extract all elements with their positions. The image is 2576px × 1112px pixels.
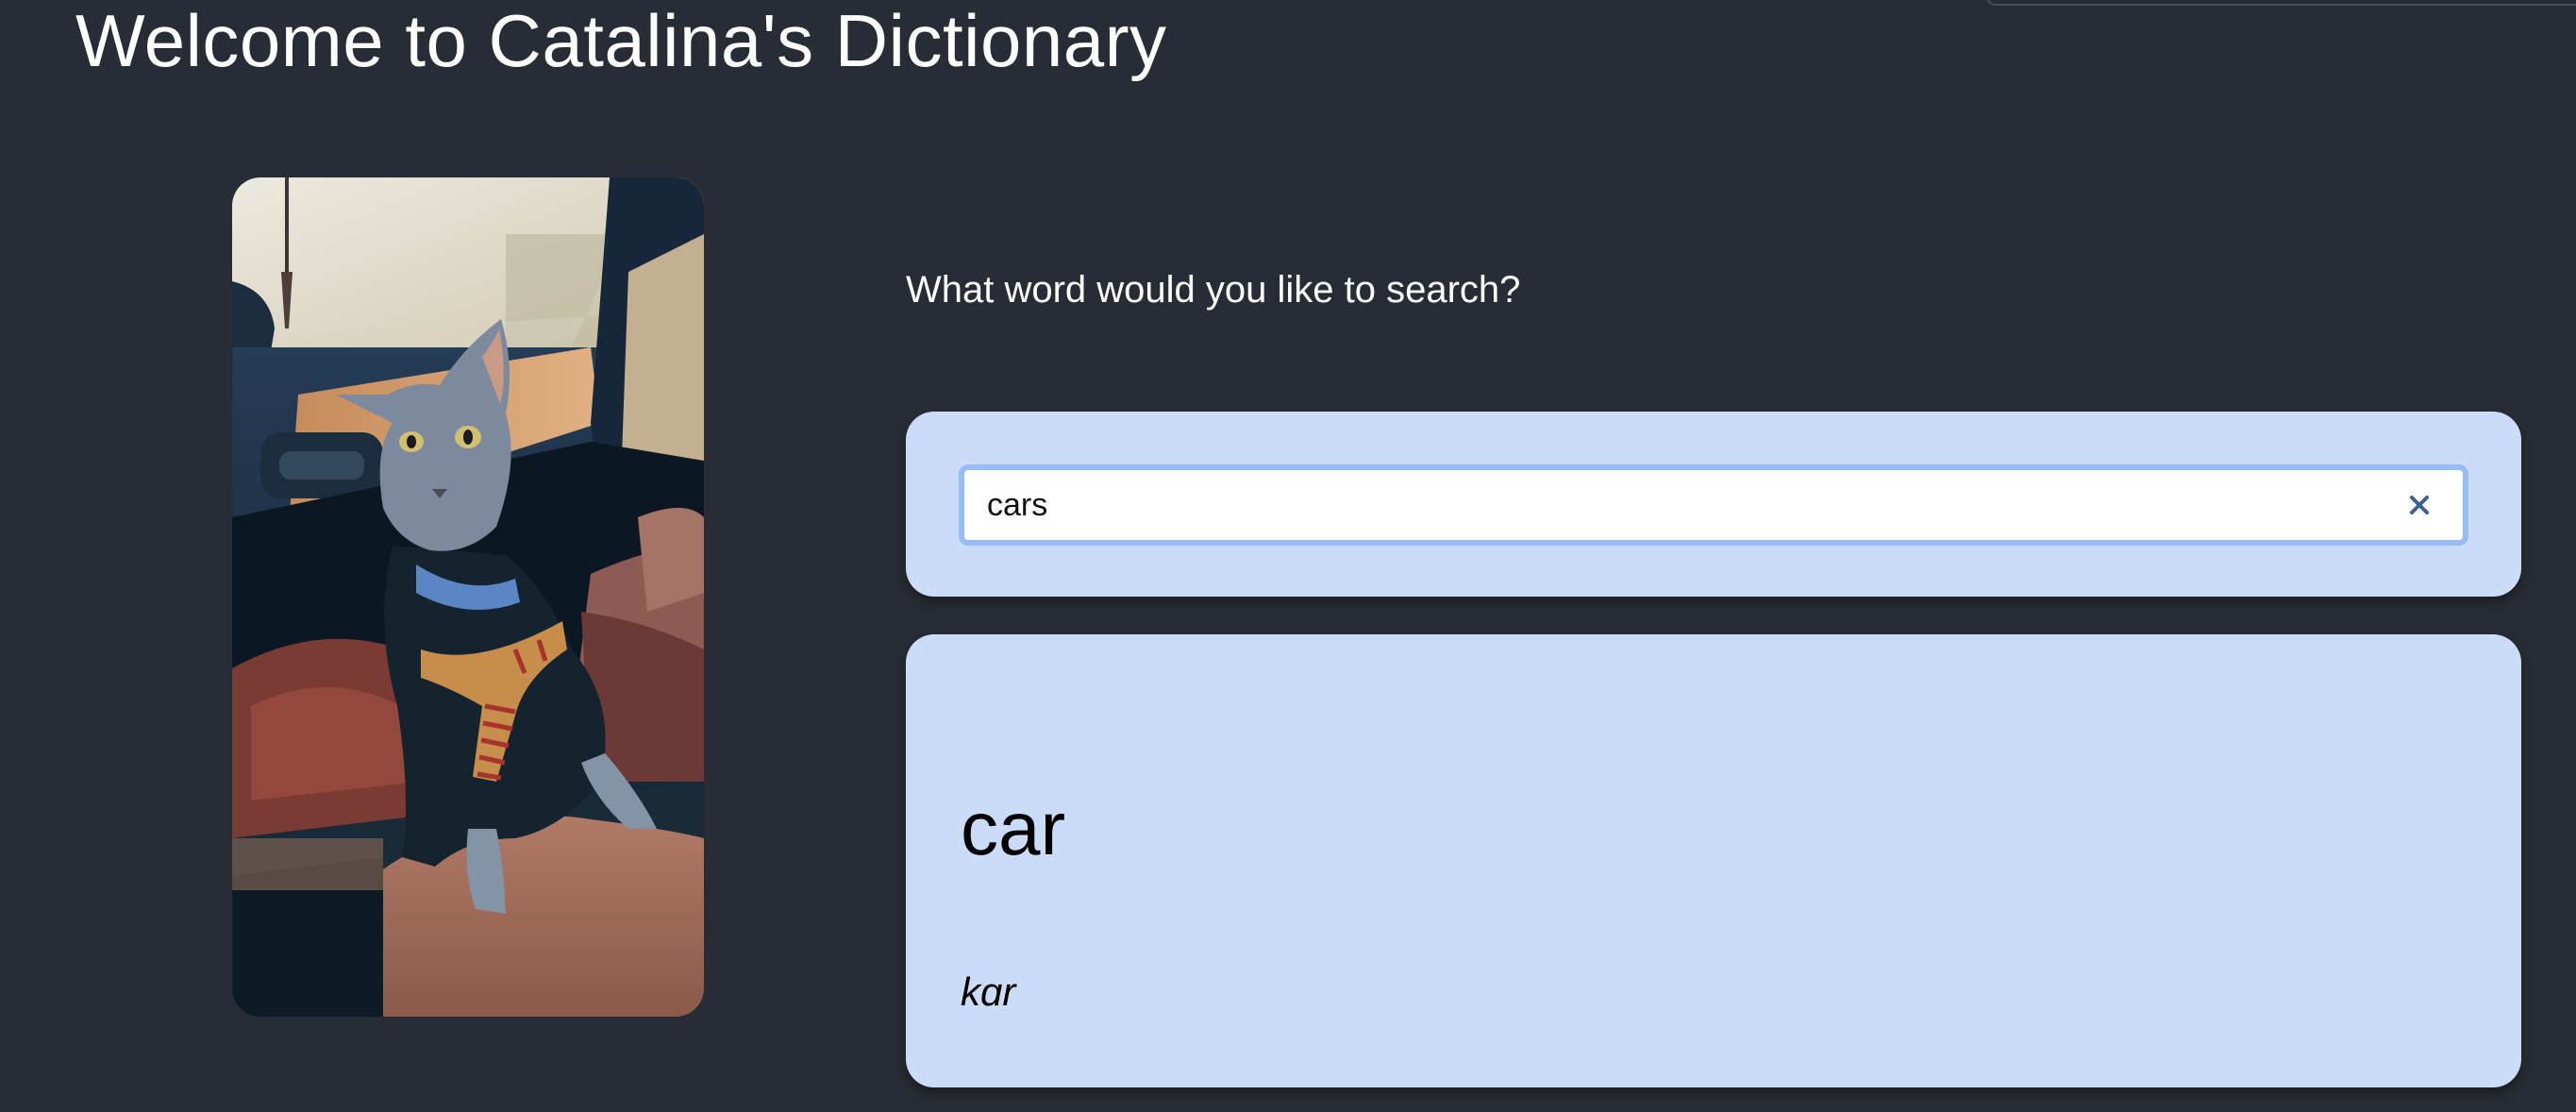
result-word: car xyxy=(961,786,1066,870)
clear-search-button[interactable] xyxy=(2400,486,2438,524)
search-card xyxy=(906,412,2521,597)
top-right-panel-edge xyxy=(1986,0,2576,6)
cat-photo-image xyxy=(232,177,704,1017)
page-title: Welcome to Catalina's Dictionary xyxy=(75,0,1167,82)
definition-card: car kɑr xyxy=(906,634,2521,1087)
search-field[interactable] xyxy=(959,464,2468,546)
cat-photo xyxy=(232,177,704,1017)
search-prompt: What word would you like to search? xyxy=(906,269,1521,311)
close-icon xyxy=(2410,496,2429,514)
result-phonetic: kɑr xyxy=(961,969,1016,1014)
search-input[interactable] xyxy=(964,470,2463,540)
